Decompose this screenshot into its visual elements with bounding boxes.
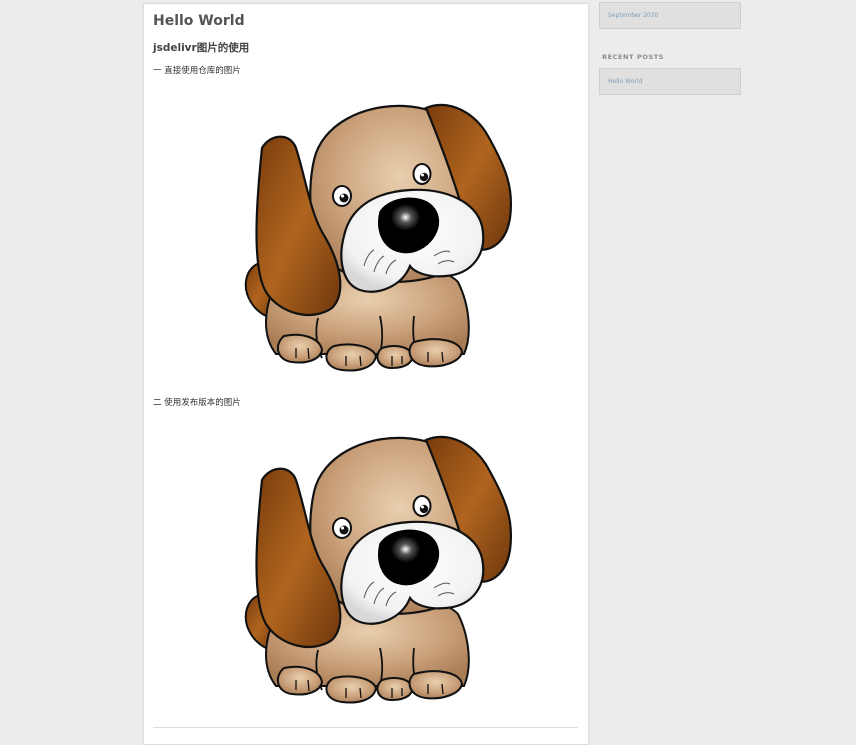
puppy-image: [214, 96, 524, 378]
recent-posts-widget: Hello World: [599, 68, 741, 95]
blog-post-card: Hello World jsdelivr图片的使用 一 直接使用仓库的图片 二 …: [143, 3, 589, 745]
section-heading-release-image: 二 使用发布版本的图片: [153, 398, 241, 408]
archives-widget: September 2020: [599, 2, 741, 29]
archive-link-september-2020[interactable]: September 2020: [608, 12, 658, 19]
section-heading-repo-image: 一 直接使用仓库的图片: [153, 66, 241, 76]
post-subtitle: jsdelivr图片的使用: [153, 42, 250, 54]
recent-post-link[interactable]: Hello World: [608, 78, 642, 85]
post-title[interactable]: Hello World: [153, 13, 245, 29]
recent-posts-title: RECENT POSTS: [602, 53, 665, 61]
post-divider: [153, 727, 578, 728]
puppy-image: [214, 428, 524, 710]
